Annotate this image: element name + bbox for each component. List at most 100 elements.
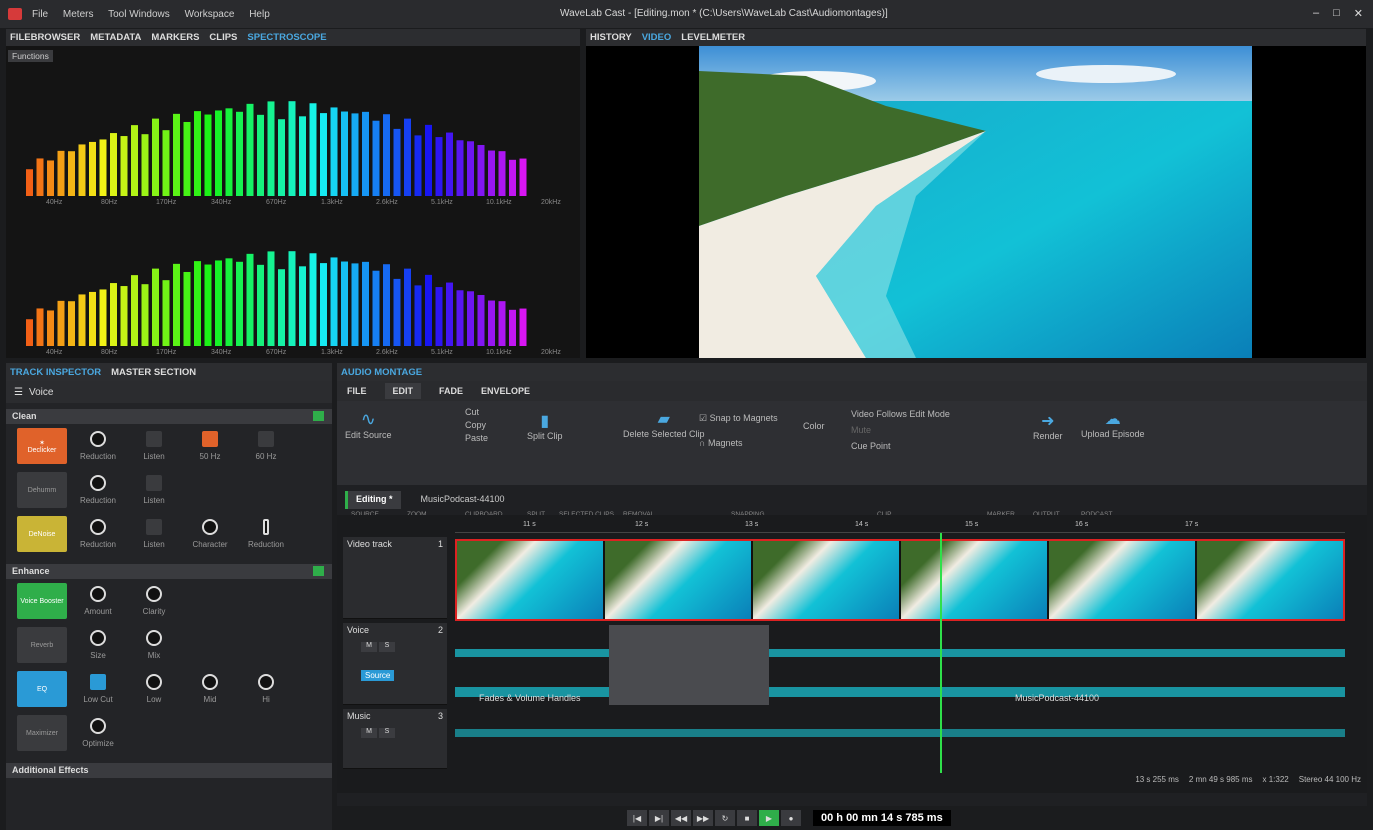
spectrum-bar bbox=[152, 268, 159, 346]
source-button[interactable]: Source bbox=[361, 670, 395, 681]
maximizer-button[interactable]: Maximizer bbox=[17, 715, 67, 751]
clean-toggle-icon[interactable] bbox=[313, 411, 324, 421]
ribbon-tab-file[interactable]: FILE bbox=[347, 386, 367, 396]
solo-button[interactable]: S bbox=[379, 642, 395, 652]
ruler[interactable]: 11 s 12 s 13 s 14 s 15 s 16 s 17 s bbox=[455, 521, 1345, 533]
track-selector[interactable]: ☰ Voice bbox=[6, 381, 332, 403]
menu-help[interactable]: Help bbox=[249, 9, 270, 20]
play-button[interactable]: ▶ bbox=[759, 810, 779, 826]
tab-levelmeter[interactable]: LEVELMETER bbox=[681, 32, 745, 43]
doc-tab-editing[interactable]: Editing * bbox=[345, 491, 401, 509]
eq-button[interactable]: EQ bbox=[17, 671, 67, 707]
doc-tab-musicpodcast[interactable]: MusicPodcast-44100 bbox=[413, 491, 513, 509]
stop-button[interactable]: ■ bbox=[737, 810, 757, 826]
spectrum-bar bbox=[372, 120, 380, 196]
record-button[interactable]: ● bbox=[781, 810, 801, 826]
mute-button[interactable]: M bbox=[361, 642, 377, 652]
edit-source-button[interactable]: ∿ Edit Source bbox=[345, 409, 392, 440]
music-track-header[interactable]: Music 3 MS bbox=[343, 709, 447, 769]
character-knob[interactable] bbox=[202, 519, 218, 535]
tab-metadata[interactable]: METADATA bbox=[90, 32, 141, 43]
clarity-knob[interactable] bbox=[146, 586, 162, 602]
delete-clip-button[interactable]: ▰ Delete Selected Clip bbox=[623, 409, 705, 439]
functions-button[interactable]: Functions bbox=[8, 50, 53, 62]
time-display[interactable]: 00 h 00 mn 14 s 785 ms bbox=[813, 810, 951, 826]
mid-knob[interactable] bbox=[202, 674, 218, 690]
listen-button[interactable] bbox=[146, 431, 162, 447]
ribbon-tab-fade[interactable]: FADE bbox=[439, 386, 463, 396]
dehumm-button[interactable]: Dehumm bbox=[17, 472, 67, 508]
color-button[interactable]: Color bbox=[803, 421, 825, 431]
split-clip-button[interactable]: ▮ Split Clip bbox=[527, 411, 563, 441]
menu-file[interactable]: File bbox=[32, 9, 48, 20]
render-button[interactable]: ➜ Render bbox=[1033, 411, 1063, 441]
mix-knob[interactable] bbox=[146, 630, 162, 646]
denoise-button[interactable]: DeNoise bbox=[17, 516, 67, 552]
declicker-button[interactable]: ✶ Declicker bbox=[17, 428, 67, 464]
reverb-button[interactable]: Reverb bbox=[17, 627, 67, 663]
tab-filebrowser[interactable]: FILEBROWSER bbox=[10, 32, 80, 43]
50hz-button[interactable] bbox=[202, 431, 218, 447]
tab-clips[interactable]: CLIPS bbox=[209, 32, 237, 43]
ribbon-tab-envelope[interactable]: ENVELOPE bbox=[481, 386, 530, 396]
optimize-knob[interactable] bbox=[90, 718, 106, 734]
montage-header: AUDIO MONTAGE bbox=[337, 363, 1367, 381]
maximize-icon[interactable]: □ bbox=[1333, 7, 1340, 20]
rewind-button[interactable]: ◀◀ bbox=[671, 810, 691, 826]
go-to-start-button[interactable]: |◀ bbox=[627, 810, 647, 826]
low-cut-button[interactable] bbox=[90, 674, 106, 690]
menu-tool-windows[interactable]: Tool Windows bbox=[108, 9, 170, 20]
voice-booster-button[interactable]: Voice Booster bbox=[17, 583, 67, 619]
tab-master-section[interactable]: MASTER SECTION bbox=[111, 367, 196, 378]
minimize-icon[interactable]: – bbox=[1313, 7, 1319, 20]
additional-effects-header[interactable]: Additional Effects bbox=[6, 763, 332, 778]
music-waveform[interactable] bbox=[455, 729, 1345, 737]
fade-region[interactable] bbox=[609, 625, 769, 705]
size-knob[interactable] bbox=[90, 630, 106, 646]
forward-button[interactable]: ▶▶ bbox=[693, 810, 713, 826]
solo-button[interactable]: S bbox=[379, 728, 395, 738]
dehumm-reduction-knob[interactable] bbox=[90, 475, 106, 491]
upload-episode-button[interactable]: ☁ Upload Episode bbox=[1081, 409, 1145, 439]
spectrum-bar bbox=[194, 111, 201, 196]
go-to-end-button[interactable]: ▶| bbox=[649, 810, 669, 826]
voice-track-header[interactable]: Voice 2 MS Source bbox=[343, 623, 447, 705]
magnets-dropdown[interactable]: ∩ Magnets bbox=[699, 438, 743, 448]
amount-knob[interactable] bbox=[90, 586, 106, 602]
mute-button[interactable]: M bbox=[361, 728, 377, 738]
video-track-header[interactable]: Video track 1 bbox=[343, 537, 447, 619]
mute-button[interactable]: Mute bbox=[851, 425, 871, 435]
enhance-section-header[interactable]: Enhance bbox=[6, 564, 332, 579]
reduction-slider[interactable] bbox=[263, 519, 269, 535]
tab-spectroscope[interactable]: SPECTROSCOPE bbox=[247, 32, 326, 43]
voice-clip[interactable]: Fades & Volume Handles MusicPodcast-4410… bbox=[455, 625, 1345, 705]
cut-button[interactable]: Cut bbox=[465, 407, 479, 417]
cue-point-dropdown[interactable]: Cue Point bbox=[851, 441, 891, 451]
low-knob[interactable] bbox=[146, 674, 162, 690]
dehumm-listen-button[interactable] bbox=[146, 475, 162, 491]
hi-knob[interactable] bbox=[258, 674, 274, 690]
menu-meters[interactable]: Meters bbox=[63, 9, 94, 20]
video-follows-edit-toggle[interactable]: Video Follows Edit Mode bbox=[851, 409, 950, 419]
app-logo bbox=[8, 8, 22, 20]
video-clip[interactable] bbox=[455, 539, 1345, 621]
denoise-listen-button[interactable] bbox=[146, 519, 162, 535]
enhance-toggle-icon[interactable] bbox=[313, 566, 324, 576]
loop-button[interactable]: ↻ bbox=[715, 810, 735, 826]
snap-to-magnets-checkbox[interactable]: ☑ Snap to Magnets bbox=[699, 413, 778, 424]
menu-workspace[interactable]: Workspace bbox=[185, 9, 235, 20]
tab-history[interactable]: HISTORY bbox=[590, 32, 632, 43]
ribbon-tab-edit[interactable]: EDIT bbox=[384, 383, 422, 399]
copy-button[interactable]: Copy bbox=[465, 420, 486, 430]
playhead-cursor[interactable] bbox=[940, 533, 942, 773]
60hz-button[interactable] bbox=[258, 431, 274, 447]
tab-markers[interactable]: MARKERS bbox=[151, 32, 199, 43]
top-left-tab-bar: FILEBROWSER METADATA MARKERS CLIPS SPECT… bbox=[6, 29, 580, 46]
reduction-knob[interactable] bbox=[90, 431, 106, 447]
close-icon[interactable]: ✕ bbox=[1354, 7, 1363, 20]
tab-video[interactable]: VIDEO bbox=[642, 32, 672, 43]
tab-track-inspector[interactable]: TRACK INSPECTOR bbox=[10, 367, 101, 378]
clean-section-header[interactable]: Clean bbox=[6, 409, 332, 424]
denoise-reduction-knob[interactable] bbox=[90, 519, 106, 535]
paste-button[interactable]: Paste bbox=[465, 433, 488, 443]
